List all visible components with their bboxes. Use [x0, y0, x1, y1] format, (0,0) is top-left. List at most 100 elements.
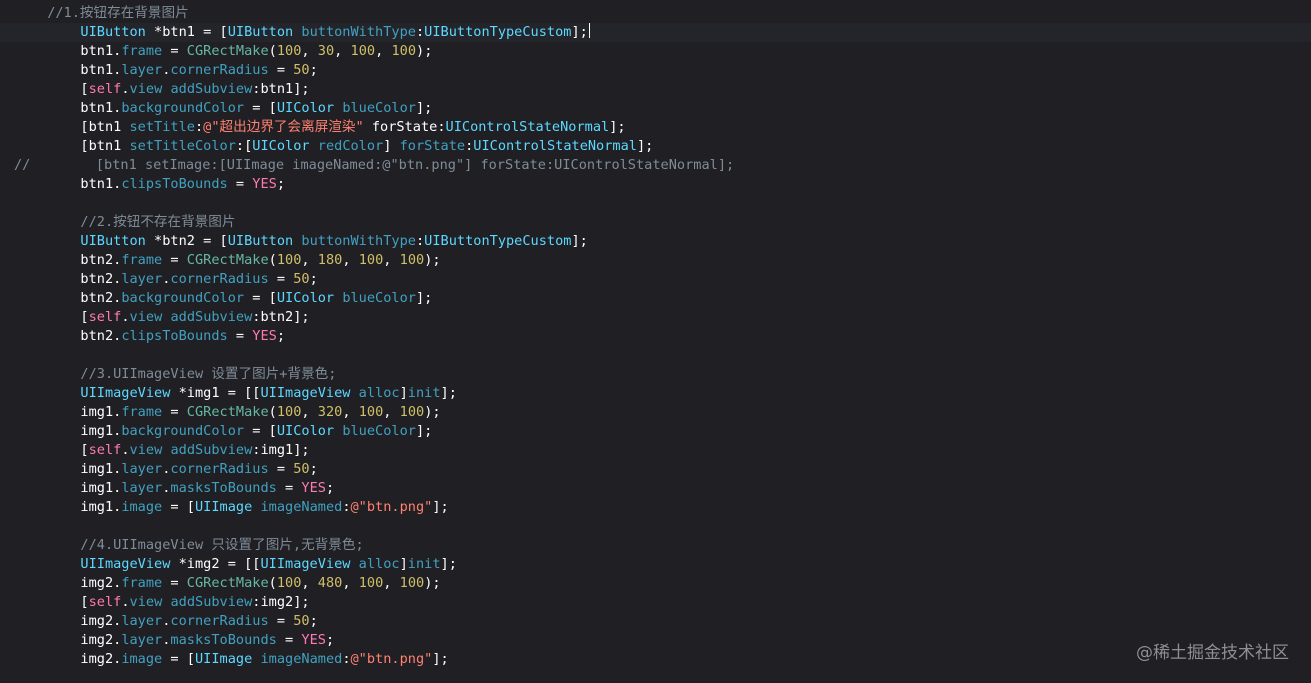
- code-token-plain: =: [276, 632, 302, 648]
- code-line[interactable]: //4.UIImageView 只设置了图片,无背景色;: [0, 536, 1311, 555]
- text-cursor: [588, 23, 590, 38]
- code-token-prop: layer: [121, 480, 163, 496]
- code-token-plain: ];: [636, 138, 654, 154]
- code-token-plain: [btn1: [80, 138, 130, 154]
- code-token-plain: btn1.: [80, 62, 122, 78]
- code-token-plain: *img1 = [[: [170, 385, 261, 401]
- code-token-method: buttonWithType: [301, 233, 416, 249]
- code-token-method: imageNamed: [260, 651, 343, 667]
- code-token-plain: btn2.: [80, 328, 122, 344]
- code-line[interactable]: img2.image = [UIImage imageNamed:@"btn.p…: [0, 650, 1311, 669]
- code-token-comment: //2.按钮不存在背景图片: [80, 214, 236, 230]
- code-line[interactable]: btn2.frame = CGRectMake(100, 180, 100, 1…: [0, 251, 1311, 270]
- code-token-plain: ,: [375, 43, 392, 59]
- code-token-plain: ];: [571, 24, 588, 40]
- code-token-plain: :: [415, 233, 425, 249]
- code-token-plain: :: [342, 651, 351, 667]
- code-token-plain: ];: [571, 233, 588, 249]
- code-line[interactable]: img2.layer.masksToBounds = YES;: [0, 631, 1311, 650]
- code-line[interactable]: // [btn1 setImage:[UIImage imageNamed:@"…: [0, 156, 1311, 175]
- code-token-method: blueColor: [342, 423, 416, 439]
- code-token-number: 50: [293, 461, 310, 477]
- code-line[interactable]: img1.layer.cornerRadius = 50;: [0, 460, 1311, 479]
- code-token-method: setTitle: [129, 119, 195, 135]
- code-line[interactable]: [0, 194, 1311, 213]
- code-token-number: 50: [293, 62, 310, 78]
- code-token-method: addSubview: [170, 81, 253, 97]
- code-token-string: @"超出边界了会离屏渲染": [203, 119, 364, 135]
- code-token-plain: *img2 = [[: [170, 556, 261, 572]
- code-line[interactable]: img1.frame = CGRectMake(100, 320, 100, 1…: [0, 403, 1311, 422]
- code-line[interactable]: UIButton *btn1 = [UIButton buttonWithTyp…: [0, 23, 1311, 42]
- code-token-plain: [: [80, 442, 89, 458]
- code-token-type: UIImageView: [260, 385, 351, 401]
- code-token-plain: = [: [244, 290, 277, 306]
- code-line[interactable]: UIImageView *img1 = [[UIImageView alloc]…: [0, 384, 1311, 403]
- code-token-plain: forState:: [363, 119, 446, 135]
- code-token-prop: view: [129, 442, 163, 458]
- code-line[interactable]: [0, 517, 1311, 536]
- code-line[interactable]: img1.image = [UIImage imageNamed:@"btn.p…: [0, 498, 1311, 517]
- code-token-plain: [: [80, 81, 89, 97]
- code-token-prop: cornerRadius: [170, 613, 269, 629]
- code-line[interactable]: btn2.backgroundColor = [UIColor blueColo…: [0, 289, 1311, 308]
- code-token-number: 100: [358, 252, 384, 268]
- code-token-prop: image: [121, 499, 163, 515]
- code-token-number: 100: [399, 252, 425, 268]
- code-line[interactable]: btn2.layer.cornerRadius = 50;: [0, 270, 1311, 289]
- code-token-prop: frame: [121, 575, 163, 591]
- code-line[interactable]: btn1.layer.cornerRadius = 50;: [0, 61, 1311, 80]
- code-token-plain: img1.: [80, 499, 122, 515]
- code-line[interactable]: //1.按钮存在背景图片: [0, 4, 1311, 23]
- code-line[interactable]: [self.view addSubview:btn1];: [0, 80, 1311, 99]
- code-line[interactable]: [0, 346, 1311, 365]
- code-line[interactable]: btn1.backgroundColor = [UIColor blueColo…: [0, 99, 1311, 118]
- code-token-plain: btn2.: [80, 290, 122, 306]
- code-line[interactable]: //2.按钮不存在背景图片: [0, 213, 1311, 232]
- code-token-plain: =: [227, 328, 253, 344]
- code-token-method: blueColor: [342, 100, 416, 116]
- code-token-plain: .: [121, 442, 130, 458]
- code-token-comment: //3.UIImageView 设置了图片+背景色;: [80, 366, 337, 382]
- code-line[interactable]: UIImageView *img2 = [[UIImageView alloc]…: [0, 555, 1311, 574]
- code-token-plain: ;: [309, 613, 318, 629]
- code-token-plain: [: [80, 309, 89, 325]
- code-line[interactable]: [self.view addSubview:img1];: [0, 441, 1311, 460]
- code-line[interactable]: img1.backgroundColor = [UIColor blueColo…: [0, 422, 1311, 441]
- code-token-plain: [: [80, 594, 89, 610]
- code-token-plain: :img2];: [252, 594, 310, 610]
- code-token-prop: layer: [121, 632, 163, 648]
- code-line[interactable]: btn1.clipsToBounds = YES;: [0, 175, 1311, 194]
- code-token-type: UIButton: [227, 24, 294, 40]
- code-token-plain: ];: [415, 423, 433, 439]
- code-token-plain: img1.: [80, 480, 122, 496]
- code-token-keyword: YES: [252, 176, 277, 192]
- code-line[interactable]: btn2.clipsToBounds = YES;: [0, 327, 1311, 346]
- code-line[interactable]: UIButton *btn2 = [UIButton buttonWithTyp…: [0, 232, 1311, 251]
- code-token-type: UIButton: [80, 24, 146, 40]
- code-line[interactable]: img2.layer.cornerRadius = 50;: [0, 612, 1311, 631]
- code-token-plain: img1.: [80, 423, 122, 439]
- code-line[interactable]: [btn1 setTitleColor:[UIColor redColor] f…: [0, 137, 1311, 156]
- code-token-plain: ;: [309, 461, 318, 477]
- code-line[interactable]: [self.view addSubview:img2];: [0, 593, 1311, 612]
- code-token-keyword: self: [88, 309, 122, 325]
- code-editor[interactable]: //1.按钮存在背景图片 UIButton *btn1 = [UIButton b…: [0, 0, 1311, 683]
- code-line[interactable]: img2.frame = CGRectMake(100, 480, 100, 1…: [0, 574, 1311, 593]
- code-token-plain: ;: [309, 62, 318, 78]
- code-token-number: 100: [391, 43, 417, 59]
- code-token-plain: );: [424, 404, 441, 420]
- code-token-prop: view: [129, 81, 163, 97]
- code-line[interactable]: btn1.frame = CGRectMake(100, 30, 100, 10…: [0, 42, 1311, 61]
- code-token-plain: ;: [325, 632, 335, 648]
- code-line[interactable]: [self.view addSubview:btn2];: [0, 308, 1311, 327]
- code-token-plain: ,: [301, 43, 318, 59]
- code-token-prop: layer: [121, 461, 163, 477]
- code-token-prop: view: [129, 594, 163, 610]
- code-line[interactable]: //3.UIImageView 设置了图片+背景色;: [0, 365, 1311, 384]
- code-line[interactable]: img1.layer.masksToBounds = YES;: [0, 479, 1311, 498]
- code-token-func: CGRectMake: [186, 43, 269, 59]
- code-token-number: 100: [358, 575, 384, 591]
- code-line[interactable]: [btn1 setTitle:@"超出边界了会离屏渲染" forState:UI…: [0, 118, 1311, 137]
- code-token-type: UIColor: [276, 423, 335, 439]
